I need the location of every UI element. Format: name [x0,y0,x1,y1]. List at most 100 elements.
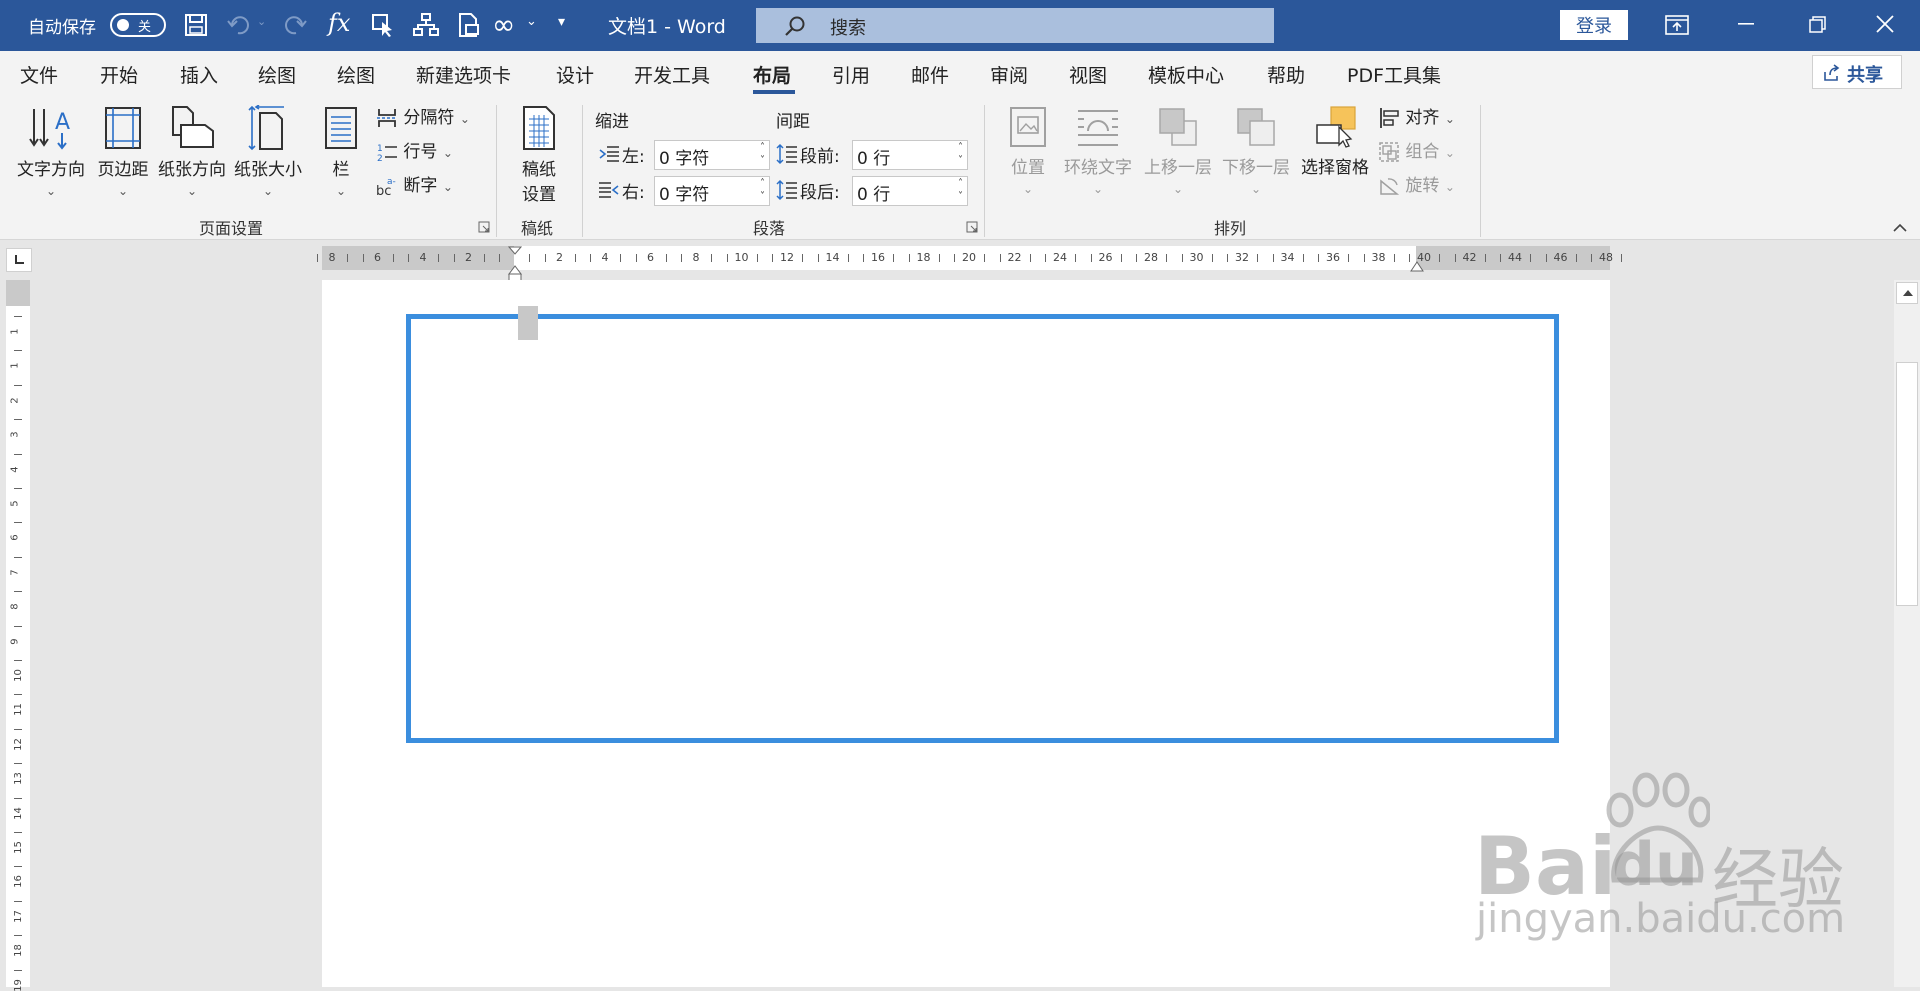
vertical-ruler[interactable]: 1 1 2 3 4 5 6 7 8 9 10 11 12 13 14 15 16 17 18 19 [6,280,30,991]
share-label: 共享 [1847,65,1883,86]
ruler-minor-tick [984,254,985,262]
ruler-minor-tick [1591,254,1592,262]
select-objects-icon[interactable] [370,12,396,38]
breaks-button[interactable]: 分隔符 ⌄ [376,103,470,129]
tab-developer[interactable]: 开发工具 [634,61,710,88]
link-dropdown-icon[interactable]: ⌄ [526,14,537,29]
document-icon[interactable] [456,12,482,38]
document-title: 文档1 - Word [608,16,726,38]
manuscript-icon [523,106,555,150]
tab-help[interactable]: 帮助 [1267,61,1305,88]
ruler-minor-tick [14,316,22,317]
wrap-text-button[interactable]: 环绕文字 ⌄ [1058,105,1138,198]
share-button[interactable]: 共享 [1812,55,1902,89]
undo-dropdown-icon[interactable]: ⌄ [257,15,266,28]
ruler-minor-tick [772,254,773,262]
spinner-arrows-icon[interactable]: ˄ ˅ [760,141,765,167]
scroll-thumb[interactable] [1896,362,1918,606]
orientation-button[interactable]: 纸张方向 ⌄ [156,105,228,200]
size-button[interactable]: 纸张大小 ⌄ [230,105,306,200]
ruler-minor-tick [14,556,22,558]
tab-view[interactable]: 视图 [1069,61,1107,88]
hyphenation-button[interactable]: bc a- 断字 ⌄ [376,171,453,199]
tab-pdf-tools[interactable]: PDF工具集 [1347,61,1441,88]
login-button[interactable]: 登录 [1560,10,1628,40]
tab-draw-2[interactable]: 绘图 [337,61,375,88]
margins-button[interactable]: 页边距 ⌄ [92,105,154,200]
tab-insert[interactable]: 插入 [180,61,218,88]
tab-draw[interactable]: 绘图 [258,61,296,88]
first-line-indent-marker-icon[interactable] [508,246,522,282]
ruler-minor-tick [1227,254,1228,262]
selection-pane-button[interactable]: 选择窗格 [1296,105,1374,178]
right-indent-marker-icon[interactable] [1410,260,1424,272]
minimize-icon[interactable] [1738,22,1756,26]
org-chart-icon[interactable] [412,12,440,38]
text-direction-button[interactable]: A 文字方向 ⌄ [12,105,90,200]
margins-label: 页边距 [97,160,149,180]
group-button[interactable]: 组合 ⌄ [1378,137,1455,163]
spinner-arrows-icon[interactable]: ˄ ˅ [958,141,963,167]
ruler-minor-tick [14,969,22,971]
ruler-minor-tick [1318,254,1319,262]
ruler-tick-label: 15 [12,841,24,854]
spacing-after-input[interactable]: 0 行 ˄ ˅ [852,176,968,206]
svg-text:a-: a- [387,177,396,187]
manuscript-setup-label-2: 设置 [522,185,556,205]
tab-design[interactable]: 设计 [556,61,594,88]
indent-left-input[interactable]: 0 字符 ˄ ˅ [654,140,770,170]
collapse-ribbon-icon[interactable] [1892,221,1908,233]
scroll-up-button[interactable] [1896,282,1918,304]
ruler-minor-tick [954,254,955,262]
spinner-arrows-icon[interactable]: ˄ ˅ [958,177,963,203]
ruler-tick-label: 9 [9,637,21,645]
position-label: 位置 [1011,158,1045,178]
send-backward-button[interactable]: 下移一层 ⌄ [1218,105,1294,198]
tab-home[interactable]: 开始 [100,61,138,88]
manuscript-setup-button[interactable]: 稿纸 设置 [512,105,566,205]
redo-icon[interactable] [282,13,308,37]
ruler-minor-tick [14,488,22,489]
tab-mailings[interactable]: 邮件 [911,61,949,88]
search-box[interactable]: 搜索 [756,8,1274,43]
dialog-launcher-icon[interactable] [966,221,978,233]
tab-layout[interactable]: 布局 [753,61,791,88]
tab-stop-selector[interactable] [6,248,32,272]
watermark-brand-2: du [1612,830,1698,900]
autosave-toggle[interactable]: 关 [110,13,166,37]
restore-icon[interactable] [1808,15,1828,35]
indent-right-input[interactable]: 0 字符 ˄ ˅ [654,176,770,206]
rotate-label: 旋转 [1405,176,1440,196]
group-icon [1379,142,1399,162]
undo-icon[interactable] [226,13,252,37]
rotate-button[interactable]: 旋转 ⌄ [1378,171,1455,197]
line-numbers-button[interactable]: 12 行号 ⌄ [376,137,453,164]
vertical-scrollbar[interactable] [1894,280,1920,987]
text-box[interactable] [406,314,1559,743]
customize-toolbar-icon[interactable]: ▾ [558,14,565,30]
align-icon [1380,108,1399,128]
position-button[interactable]: 位置 ⌄ [1000,105,1056,198]
save-icon[interactable] [184,13,208,37]
horizontal-ruler[interactable]: 8 6 4 2 2 4 6 8 10 12 14 16 18 20 22 24 26 28 30 32 34 36 38 40… [317,246,1622,282]
ruler-tick-label: 6 [374,251,381,264]
align-button[interactable]: 对齐 ⌄ [1378,103,1455,129]
bring-forward-button[interactable]: 上移一层 ⌄ [1140,105,1216,198]
tab-file[interactable]: 文件 [20,61,58,88]
spinner-arrows-icon[interactable]: ˄ ˅ [760,177,765,203]
formula-icon[interactable]: fx [328,9,350,37]
link-icon[interactable]: ∞ [492,8,515,41]
dialog-launcher-icon[interactable] [478,221,490,233]
tab-references[interactable]: 引用 [832,61,870,88]
tab-review[interactable]: 审阅 [990,61,1028,88]
tab-new-tab[interactable]: 新建选项卡 [416,61,511,88]
ruler-minor-tick [1439,254,1440,262]
columns-button[interactable]: 栏 ⌄ [318,105,364,200]
spacing-before-input[interactable]: 0 行 ˄ ˅ [852,140,968,170]
ruler-minor-tick [681,254,682,262]
close-icon[interactable] [1875,14,1895,34]
tab-template-center[interactable]: 模板中心 [1148,61,1224,88]
document-page[interactable] [322,280,1610,987]
ruler-minor-tick [392,254,394,262]
ribbon-display-options-icon[interactable] [1665,15,1689,35]
